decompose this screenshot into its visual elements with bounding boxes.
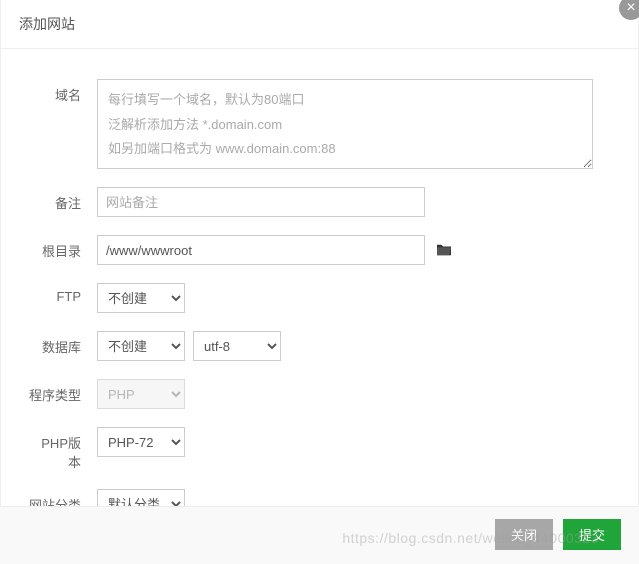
ftp-select[interactable]: 不创建 — [97, 283, 185, 313]
label-ftp: FTP — [29, 283, 97, 304]
row-root: 根目录 — [29, 235, 610, 265]
modal-body: 域名 备注 根目录 FTP — [1, 49, 638, 547]
label-note: 备注 — [29, 187, 97, 212]
label-php-version: PHP版本 — [29, 427, 97, 471]
row-domain: 域名 — [29, 79, 610, 169]
row-ftp: FTP 不创建 — [29, 283, 610, 313]
row-note: 备注 — [29, 187, 610, 217]
submit-button[interactable]: 提交 — [563, 519, 621, 550]
row-php-version: PHP版本 PHP-72 — [29, 427, 610, 471]
program-type-select: PHP — [97, 379, 185, 409]
note-input[interactable] — [97, 187, 425, 217]
charset-select[interactable]: utf-8 — [193, 331, 281, 361]
row-program-type: 程序类型 PHP — [29, 379, 610, 409]
root-input[interactable] — [97, 235, 425, 265]
label-domain: 域名 — [29, 79, 97, 104]
domain-textarea[interactable] — [97, 79, 593, 169]
label-program-type: 程序类型 — [29, 379, 97, 404]
php-version-select[interactable]: PHP-72 — [97, 427, 185, 457]
label-root: 根目录 — [29, 235, 97, 260]
modal-title: 添加网站 — [19, 16, 75, 32]
row-database: 数据库 不创建 utf-8 — [29, 331, 610, 361]
modal-footer: 关闭 提交 — [0, 506, 639, 564]
add-site-modal: × 添加网站 域名 备注 根目录 — [0, 0, 639, 564]
cancel-button[interactable]: 关闭 — [495, 519, 553, 550]
label-database: 数据库 — [29, 331, 97, 356]
modal-header: 添加网站 — [1, 0, 638, 49]
folder-icon[interactable] — [435, 243, 453, 257]
database-select[interactable]: 不创建 — [97, 331, 185, 361]
